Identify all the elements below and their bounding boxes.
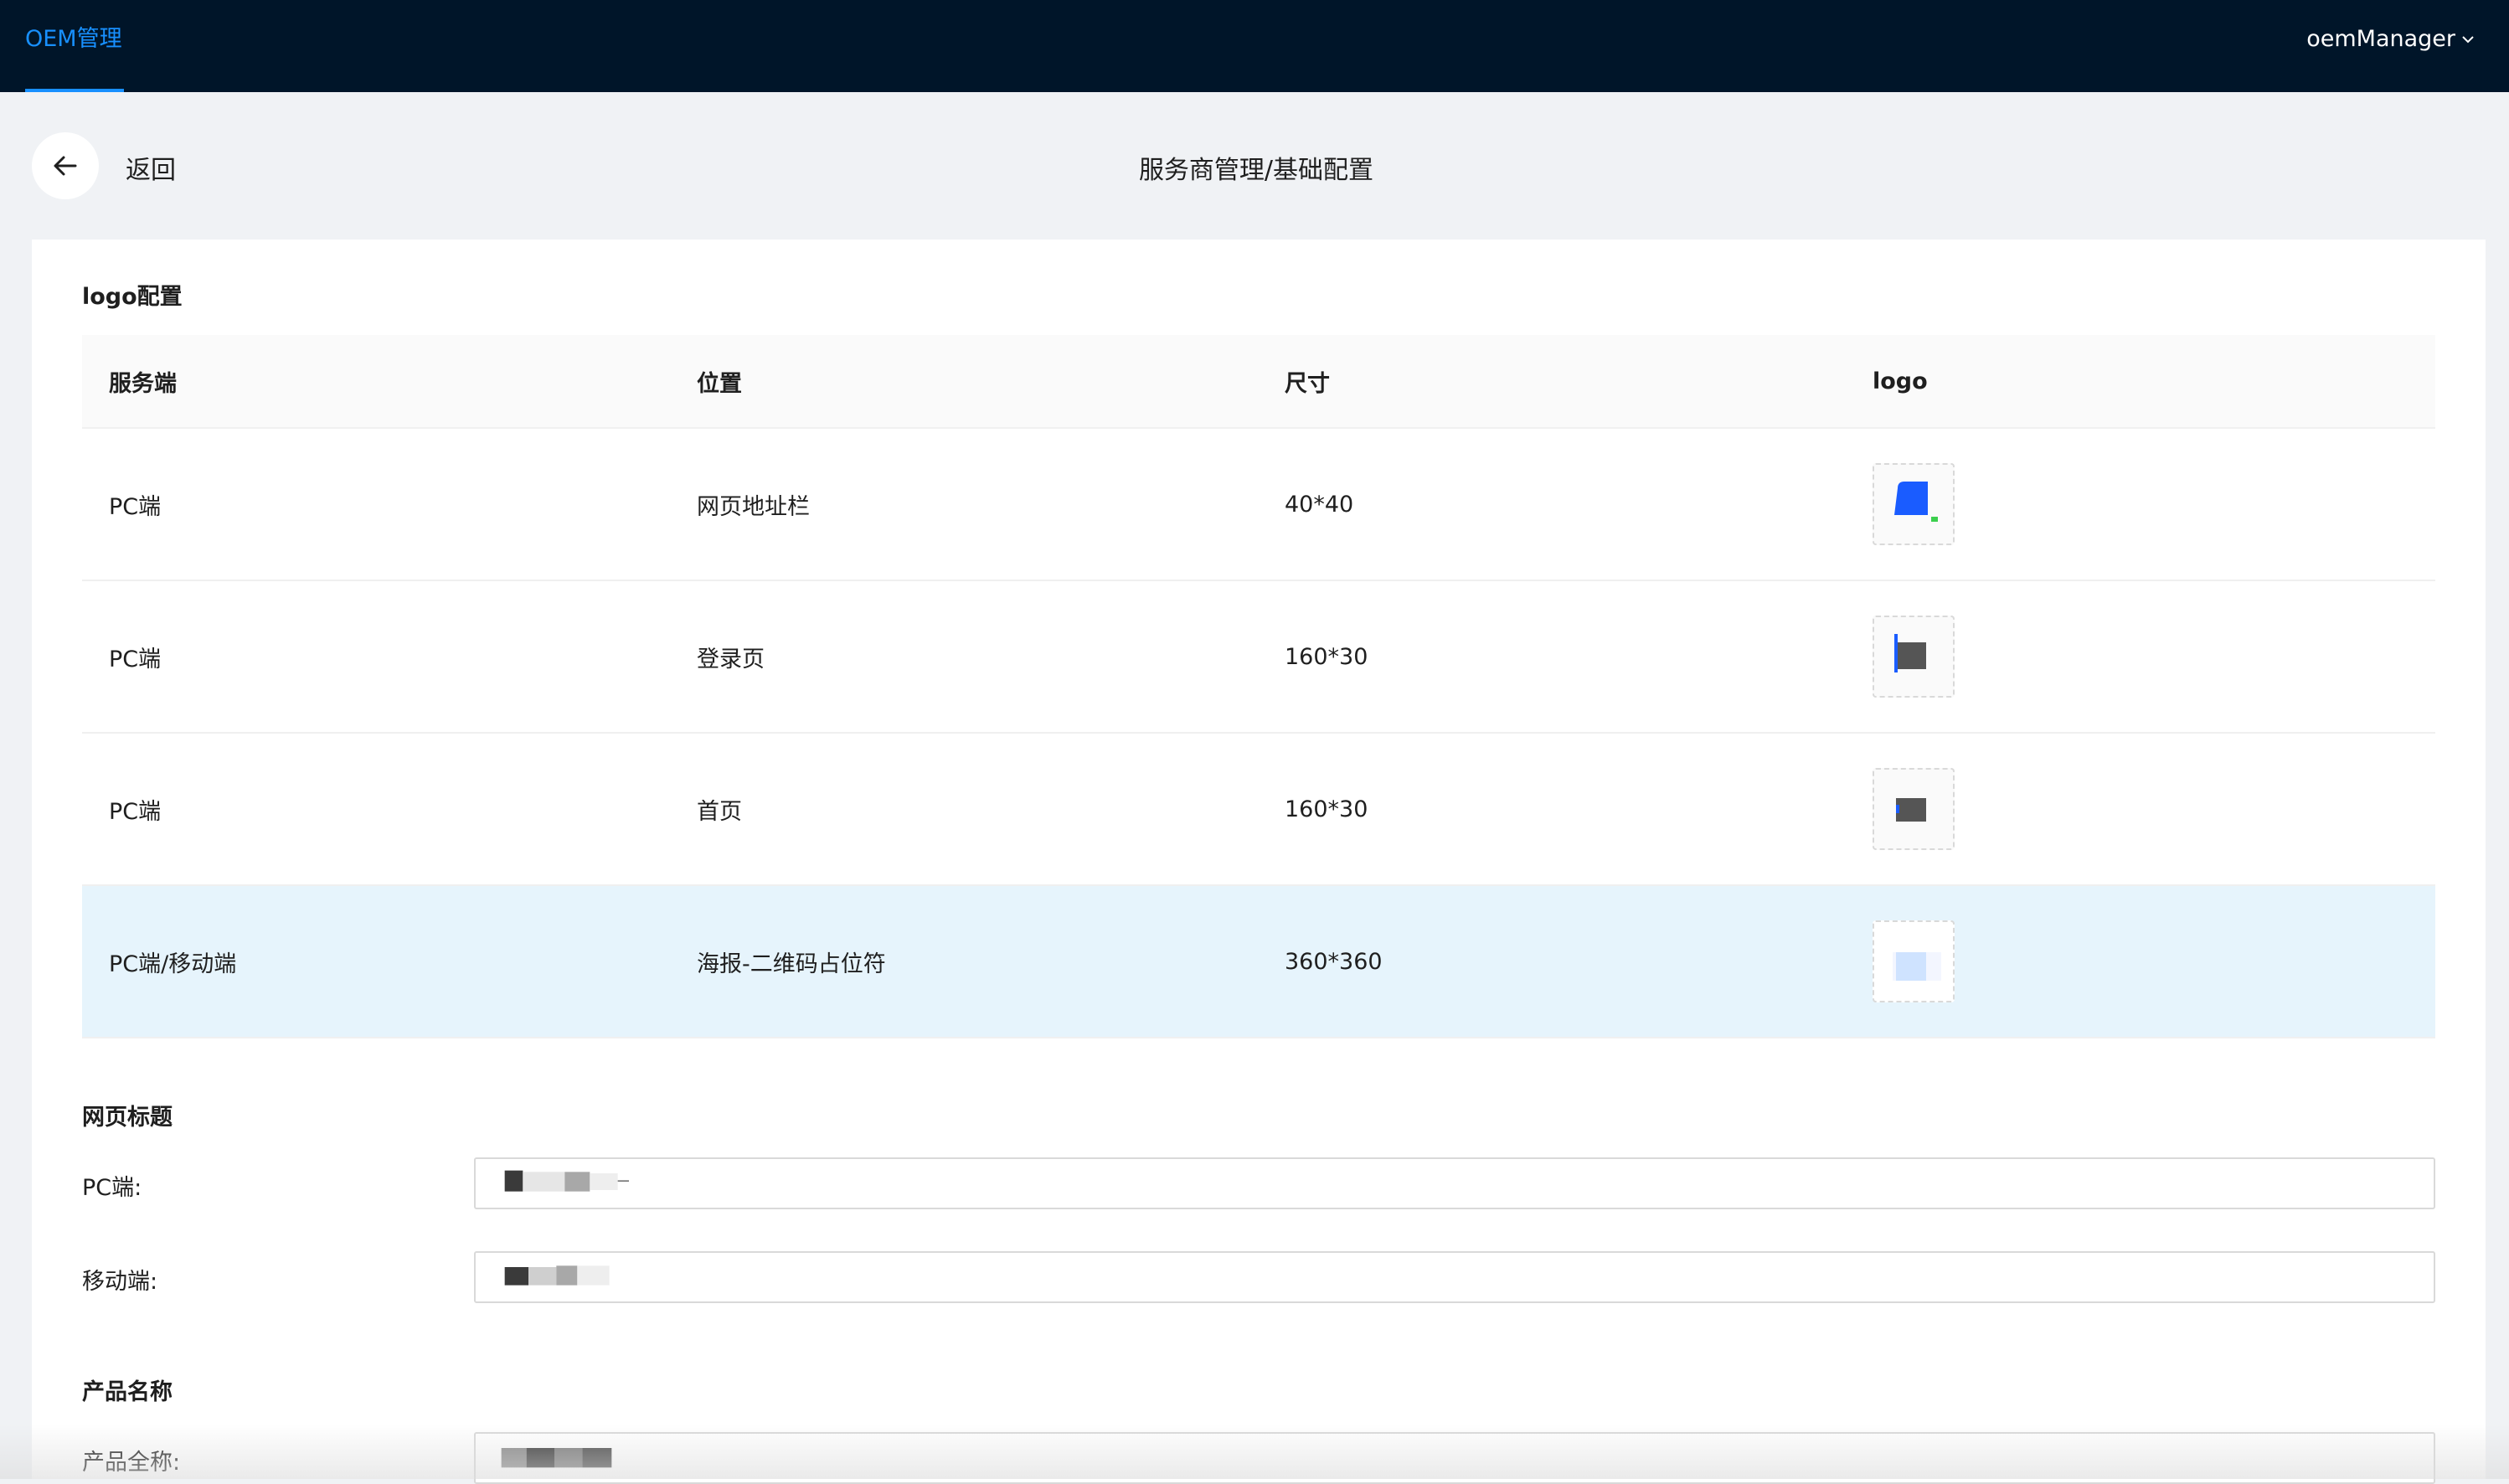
cell-logo	[1846, 920, 2435, 1002]
redacted-value	[504, 1265, 610, 1286]
user-name: oemManager	[2306, 26, 2455, 52]
redacted-value	[504, 1170, 629, 1192]
logo-image	[1893, 952, 1941, 981]
cell-client: PC端	[109, 493, 162, 520]
product-full-name-label: 产品全称:	[82, 1450, 181, 1476]
table-row[interactable]: PC端 登录页 160*30	[82, 581, 2435, 734]
cell-position: 海报-二维码占位符	[697, 951, 886, 977]
pc-title-input[interactable]	[474, 1157, 2435, 1209]
top-navbar: OEM管理 oemManager	[0, 0, 2509, 92]
cell-size: 160*30	[1285, 796, 1368, 822]
product-full-name-input[interactable]	[474, 1432, 2435, 1484]
cell-client: PC端	[109, 798, 162, 825]
logo-upload-thumbnail[interactable]	[1873, 463, 1955, 545]
cell-position: 登录页	[697, 646, 765, 672]
redacted-value	[501, 1448, 612, 1468]
column-header-client: 服务端	[109, 370, 177, 397]
logo-upload-thumbnail[interactable]	[1873, 920, 1955, 1002]
arrow-left-icon	[54, 156, 77, 176]
cell-logo	[1846, 463, 2435, 545]
logo-image	[1894, 634, 1926, 672]
mobile-title-input[interactable]	[474, 1251, 2435, 1303]
cell-logo	[1846, 768, 2435, 850]
logo-section-title: logo配置	[82, 284, 183, 310]
column-header-logo: logo	[1873, 368, 1928, 394]
table-row[interactable]: PC端 网页地址栏 40*40	[82, 429, 2435, 581]
table-row-selected[interactable]: PC端/移动端 海报-二维码占位符 360*360	[82, 886, 2435, 1038]
config-card: logo配置 服务端 位置 尺寸 logo PC端 网页地址栏 40*40 PC…	[32, 240, 2486, 1484]
column-header-position: 位置	[697, 370, 742, 397]
table-header: 服务端 位置 尺寸 logo	[82, 335, 2435, 429]
web-title-section-title: 网页标题	[82, 1105, 173, 1131]
table-row[interactable]: PC端 首页 160*30	[82, 734, 2435, 886]
pc-title-label: PC端:	[82, 1175, 142, 1201]
user-menu[interactable]: oemManager	[2306, 0, 2476, 79]
cell-size: 360*360	[1285, 948, 1383, 975]
product-section-title: 产品名称	[82, 1379, 173, 1405]
cell-client: PC端/移动端	[109, 951, 237, 977]
cell-size: 160*30	[1285, 643, 1368, 670]
logo-image	[1894, 482, 1938, 522]
nav-active-indicator	[25, 89, 124, 92]
page-title: 服务商管理/基础配置	[1138, 156, 1374, 185]
nav-item-oem-management[interactable]: OEM管理	[25, 0, 122, 92]
cell-logo	[1846, 616, 2435, 698]
logo-upload-thumbnail[interactable]	[1873, 616, 1955, 698]
logo-table: 服务端 位置 尺寸 logo PC端 网页地址栏 40*40 PC端 登录页 1…	[82, 335, 2435, 1038]
cell-size: 40*40	[1285, 491, 1354, 518]
cell-position: 首页	[697, 798, 742, 825]
cell-client: PC端	[109, 646, 162, 672]
back-label[interactable]: 返回	[126, 149, 176, 186]
column-header-size: 尺寸	[1285, 370, 1330, 397]
back-button[interactable]	[32, 132, 99, 199]
logo-upload-thumbnail[interactable]	[1873, 768, 1955, 850]
chevron-down-icon	[2462, 36, 2474, 44]
logo-image	[1896, 798, 1926, 822]
cell-position: 网页地址栏	[697, 493, 810, 520]
mobile-title-label: 移动端:	[82, 1269, 158, 1295]
